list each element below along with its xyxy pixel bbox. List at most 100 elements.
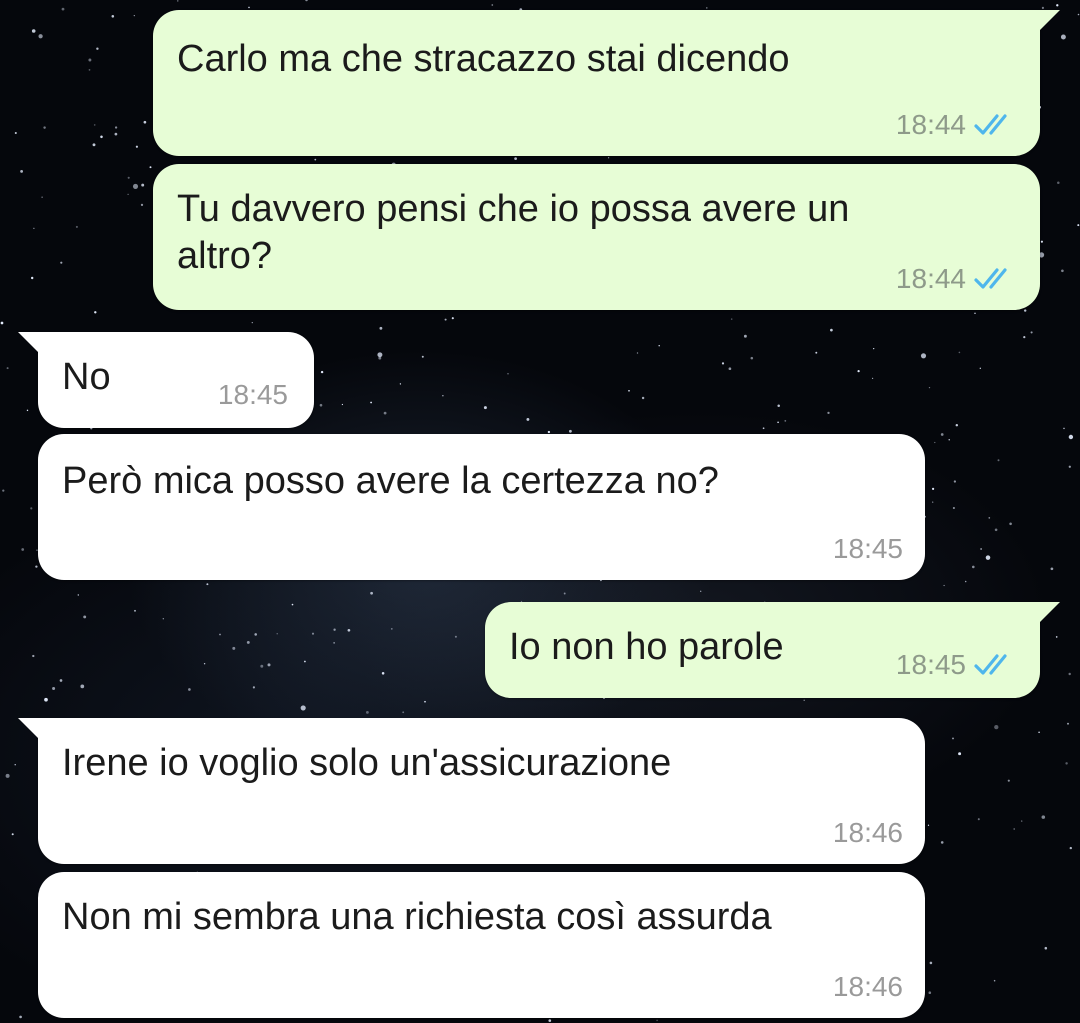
star: [140, 203, 144, 207]
star: [483, 406, 487, 410]
message-time: 18:44: [895, 109, 966, 140]
star: [1065, 762, 1068, 765]
star: [993, 979, 996, 982]
star: [997, 459, 1000, 462]
star: [920, 353, 927, 359]
star: [88, 69, 91, 71]
star: [943, 584, 945, 587]
star: [1063, 427, 1065, 430]
star: [267, 663, 271, 667]
star: [399, 383, 402, 385]
message-bubble-incoming[interactable]: Non mi sembra una richiesta così assurda…: [38, 872, 925, 1018]
star: [2, 489, 5, 492]
star: [304, 660, 306, 663]
message-text: Irene io voglio solo un'assicurazione: [62, 742, 672, 784]
star: [19, 1015, 22, 1019]
star: [750, 356, 754, 360]
star: [381, 672, 385, 675]
star: [251, 321, 253, 324]
star: [35, 565, 38, 568]
star: [390, 627, 393, 630]
message-text: Non mi sembra una richiesta così assurda: [62, 896, 772, 938]
star: [1041, 815, 1046, 819]
star: [1038, 731, 1040, 734]
message-bubble-outgoing[interactable]: Carlo ma che stracazzo stai dicendo 18:4…: [153, 10, 1060, 156]
star: [402, 711, 405, 714]
star: [203, 663, 206, 665]
star: [32, 654, 35, 658]
star: [1068, 465, 1071, 468]
star: [1077, 224, 1080, 227]
star: [100, 135, 103, 139]
star: [1041, 6, 1044, 9]
star: [948, 439, 950, 441]
star: [700, 590, 702, 592]
star: [1050, 567, 1054, 571]
star: [1040, 240, 1043, 243]
star: [44, 697, 48, 702]
message-time: 18:44: [895, 263, 966, 294]
star: [347, 628, 351, 632]
star: [1023, 336, 1026, 339]
star: [30, 507, 33, 510]
star: [59, 679, 63, 682]
star: [547, 430, 551, 434]
star: [994, 724, 999, 730]
star: [333, 642, 335, 644]
message-time: 18:45: [895, 649, 966, 680]
star: [442, 395, 444, 397]
star: [1069, 846, 1072, 850]
star: [628, 389, 630, 392]
star: [929, 961, 933, 965]
star: [873, 348, 875, 350]
star: [254, 633, 257, 636]
star: [784, 420, 787, 422]
star: [370, 591, 373, 595]
star: [94, 311, 97, 314]
star: [135, 145, 138, 148]
star: [931, 487, 935, 491]
star: [77, 594, 80, 596]
star: [728, 367, 732, 371]
star: [974, 312, 976, 314]
star: [454, 635, 457, 638]
star: [932, 501, 934, 503]
message-text: Però mica posso avere la certezza no?: [62, 460, 719, 502]
star: [127, 176, 130, 179]
message-time: 18:46: [832, 971, 903, 1002]
star: [548, 1019, 552, 1022]
star: [366, 711, 369, 714]
message-time: 18:45: [832, 533, 903, 564]
star: [1056, 4, 1059, 7]
star: [451, 317, 454, 320]
star: [1007, 779, 1010, 782]
star: [252, 686, 255, 689]
star: [421, 355, 424, 358]
star: [134, 609, 136, 612]
message-bubble-outgoing[interactable]: Tu davvero pensi che io possa avere un a…: [153, 164, 1040, 310]
star: [803, 699, 805, 702]
star: [952, 506, 955, 510]
star: [219, 633, 221, 636]
star: [1030, 331, 1033, 334]
message-bubble-incoming[interactable]: No 18:45: [18, 332, 314, 428]
message-bubble-outgoing[interactable]: Io non ho parole 18:45: [485, 602, 1060, 698]
message-bubble-incoming[interactable]: Irene io voglio solo un'assicurazione 18…: [18, 718, 925, 864]
star: [928, 386, 931, 389]
star: [383, 411, 387, 415]
star: [188, 688, 191, 691]
star: [11, 833, 14, 836]
star: [977, 818, 980, 821]
star: [6, 367, 9, 370]
star: [871, 377, 874, 380]
message-bubble-incoming[interactable]: Però mica posso avere la certezza no? 18…: [38, 434, 925, 580]
star: [92, 143, 96, 147]
star: [5, 773, 10, 778]
star: [927, 824, 930, 826]
star: [248, 6, 250, 9]
star: [985, 555, 991, 560]
star: [491, 4, 494, 6]
star: [341, 403, 344, 406]
star: [955, 423, 959, 427]
star: [964, 580, 967, 583]
